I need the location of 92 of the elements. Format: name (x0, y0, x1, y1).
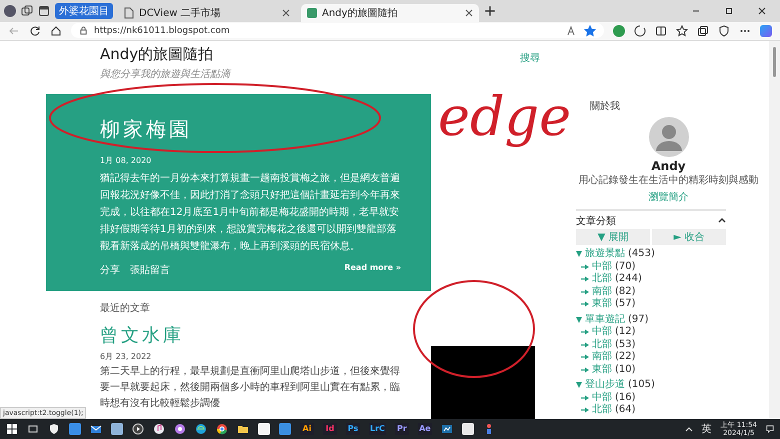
shield-icon[interactable] (48, 423, 60, 435)
read-more-link[interactable]: Read more » (344, 262, 401, 277)
app-icon[interactable]: LrC (369, 423, 386, 435)
category-link[interactable]: 東部 (592, 364, 612, 376)
tab-group-label[interactable]: 外婆花園目 (55, 3, 113, 19)
category-count: (22) (615, 351, 636, 364)
category-count: (82) (615, 286, 636, 298)
extension-icon[interactable] (613, 24, 625, 37)
category-link[interactable]: 旅遊景點 (585, 248, 625, 260)
shield-icon[interactable] (718, 24, 730, 37)
app-icon[interactable]: Ps (346, 423, 360, 435)
comment-link[interactable]: 張貼留言 (130, 262, 170, 277)
profile-icon[interactable] (4, 5, 16, 17)
category-count: (105) (628, 379, 655, 392)
tab-actions-icon[interactable] (38, 5, 50, 17)
color-wheel-icon[interactable] (174, 423, 186, 435)
tray-caret-icon[interactable] (684, 425, 693, 433)
app-icon[interactable]: Ai (300, 423, 314, 435)
view-profile-link[interactable]: 瀏覽簡介 (648, 190, 688, 204)
split-screen-icon[interactable] (655, 24, 667, 37)
category-link[interactable]: 北部 (592, 273, 612, 286)
share-link[interactable]: 分享 (100, 262, 120, 277)
app-icon[interactable]: Pr (394, 423, 409, 435)
favorite-star-icon[interactable] (584, 24, 596, 37)
category-link[interactable]: 南部 (592, 286, 612, 298)
site-icon (307, 8, 317, 18)
close-tab-icon[interactable] (465, 9, 473, 17)
collapse-caret-icon[interactable] (718, 216, 726, 223)
category-link[interactable]: 北部 (592, 404, 612, 416)
post-title[interactable]: 曾文水庫 (100, 322, 431, 347)
category-count: (244) (615, 273, 642, 286)
author-name: Andy (651, 158, 686, 173)
category-link[interactable]: 中部 (592, 260, 612, 273)
toggle-triangle-icon[interactable] (576, 251, 582, 258)
post-date: 1月 08, 2020 (100, 154, 152, 166)
post-excerpt: 猶記得去年的一月份本來打算規畫一趟南投賞梅之旅，但是網友普遍回報花況好像不佳，因此打消了念頭只好把這個計畫延宕到今年再來完成，以往都在12月底至1月中旬前都是梅花盛開的時期，老早就安排好假期等待1月初的到來，想說賞完梅花之後還可以開到雙龍部落觀看新落成的吊橋與雙龍瀑布，晚上再到溪頭的民宿休息。 (100, 172, 401, 254)
toggle-triangle-icon[interactable] (576, 382, 582, 388)
category-link[interactable]: 南部 (592, 351, 612, 364)
category-count: (453) (628, 248, 655, 260)
new-tab-icon[interactable] (484, 5, 496, 17)
play-icon[interactable] (132, 423, 144, 435)
browser-tab[interactable]: Andy的旅圖隨拍 (301, 4, 479, 22)
mail-icon[interactable] (90, 423, 102, 435)
home-icon[interactable] (50, 24, 62, 37)
app-icon[interactable]: Ae (418, 423, 432, 435)
category-link[interactable]: 中部 (592, 326, 612, 338)
workspaces-icon[interactable] (21, 5, 33, 17)
post-date: 6月 23, 2022 (100, 350, 152, 362)
restore-icon[interactable] (724, 6, 734, 16)
music-icon[interactable] (153, 423, 165, 435)
post-excerpt: 第二天早上的行程，最早規劃是直衝阿里山爬塔山步道，但後來覺得要一早就要起床，然後開兩個多小時的車程到阿里山實在有點累，臨時想有沒有比較輕鬆步調優 (100, 364, 400, 411)
category-link[interactable]: 單車遊記 (585, 314, 625, 326)
close-window-icon[interactable] (757, 6, 767, 16)
expand-all-button[interactable]: ▼ 展開 (576, 228, 650, 245)
windows-start-icon[interactable] (6, 423, 18, 435)
notification-icon[interactable] (766, 425, 774, 433)
category-count: (97) (628, 314, 649, 326)
task-view-icon[interactable] (27, 423, 39, 435)
collapse-all-button[interactable]: ► 收合 (652, 228, 726, 245)
close-tab-icon[interactable] (282, 9, 290, 17)
category-link[interactable]: 中部 (592, 392, 612, 404)
category-count: (12) (615, 326, 636, 338)
featured-post-title[interactable]: 柳家梅園 (100, 116, 401, 143)
category-count: (53) (615, 338, 636, 351)
collections-icon[interactable] (697, 24, 709, 37)
favorites-icon[interactable] (676, 24, 688, 37)
blog-title[interactable]: Andy的旅圖隨拍 (100, 44, 230, 64)
refresh-icon[interactable] (29, 24, 41, 37)
widget-heading: 關於我 (590, 100, 621, 113)
toggle-triangle-icon[interactable] (576, 316, 582, 323)
folder-icon[interactable] (237, 423, 249, 435)
category-count: (70) (615, 260, 636, 273)
input-language[interactable]: 英 (702, 422, 712, 436)
lock-icon (79, 26, 88, 36)
author-bio: 用心記錄發生在生活中的精彩時刻與感動 (578, 174, 758, 187)
category-link[interactable]: 東部 (592, 298, 612, 310)
blog-tagline: 與您分享我的旅遊與生活點滴 (100, 68, 230, 81)
page-icon (124, 7, 134, 19)
category-link[interactable]: 登山步道 (585, 379, 625, 392)
category-link[interactable]: 北部 (592, 338, 612, 351)
category-count: (64) (615, 404, 636, 416)
address-field[interactable]: https://nk61011.blogspot.com (71, 23, 604, 38)
video-editor-icon[interactable] (440, 423, 453, 435)
category-count: (16) (615, 392, 636, 404)
category-count: (57) (615, 298, 636, 310)
browser-tab[interactable]: DCView 二手市場 (118, 4, 296, 22)
widget-heading: 文章分類 (576, 214, 616, 228)
avatar-icon (648, 116, 688, 157)
scrollbar[interactable] (769, 40, 780, 419)
category-count: (10) (615, 364, 636, 376)
app-icon[interactable]: Id (323, 423, 337, 435)
section-heading: 最近的文章 (100, 302, 151, 315)
